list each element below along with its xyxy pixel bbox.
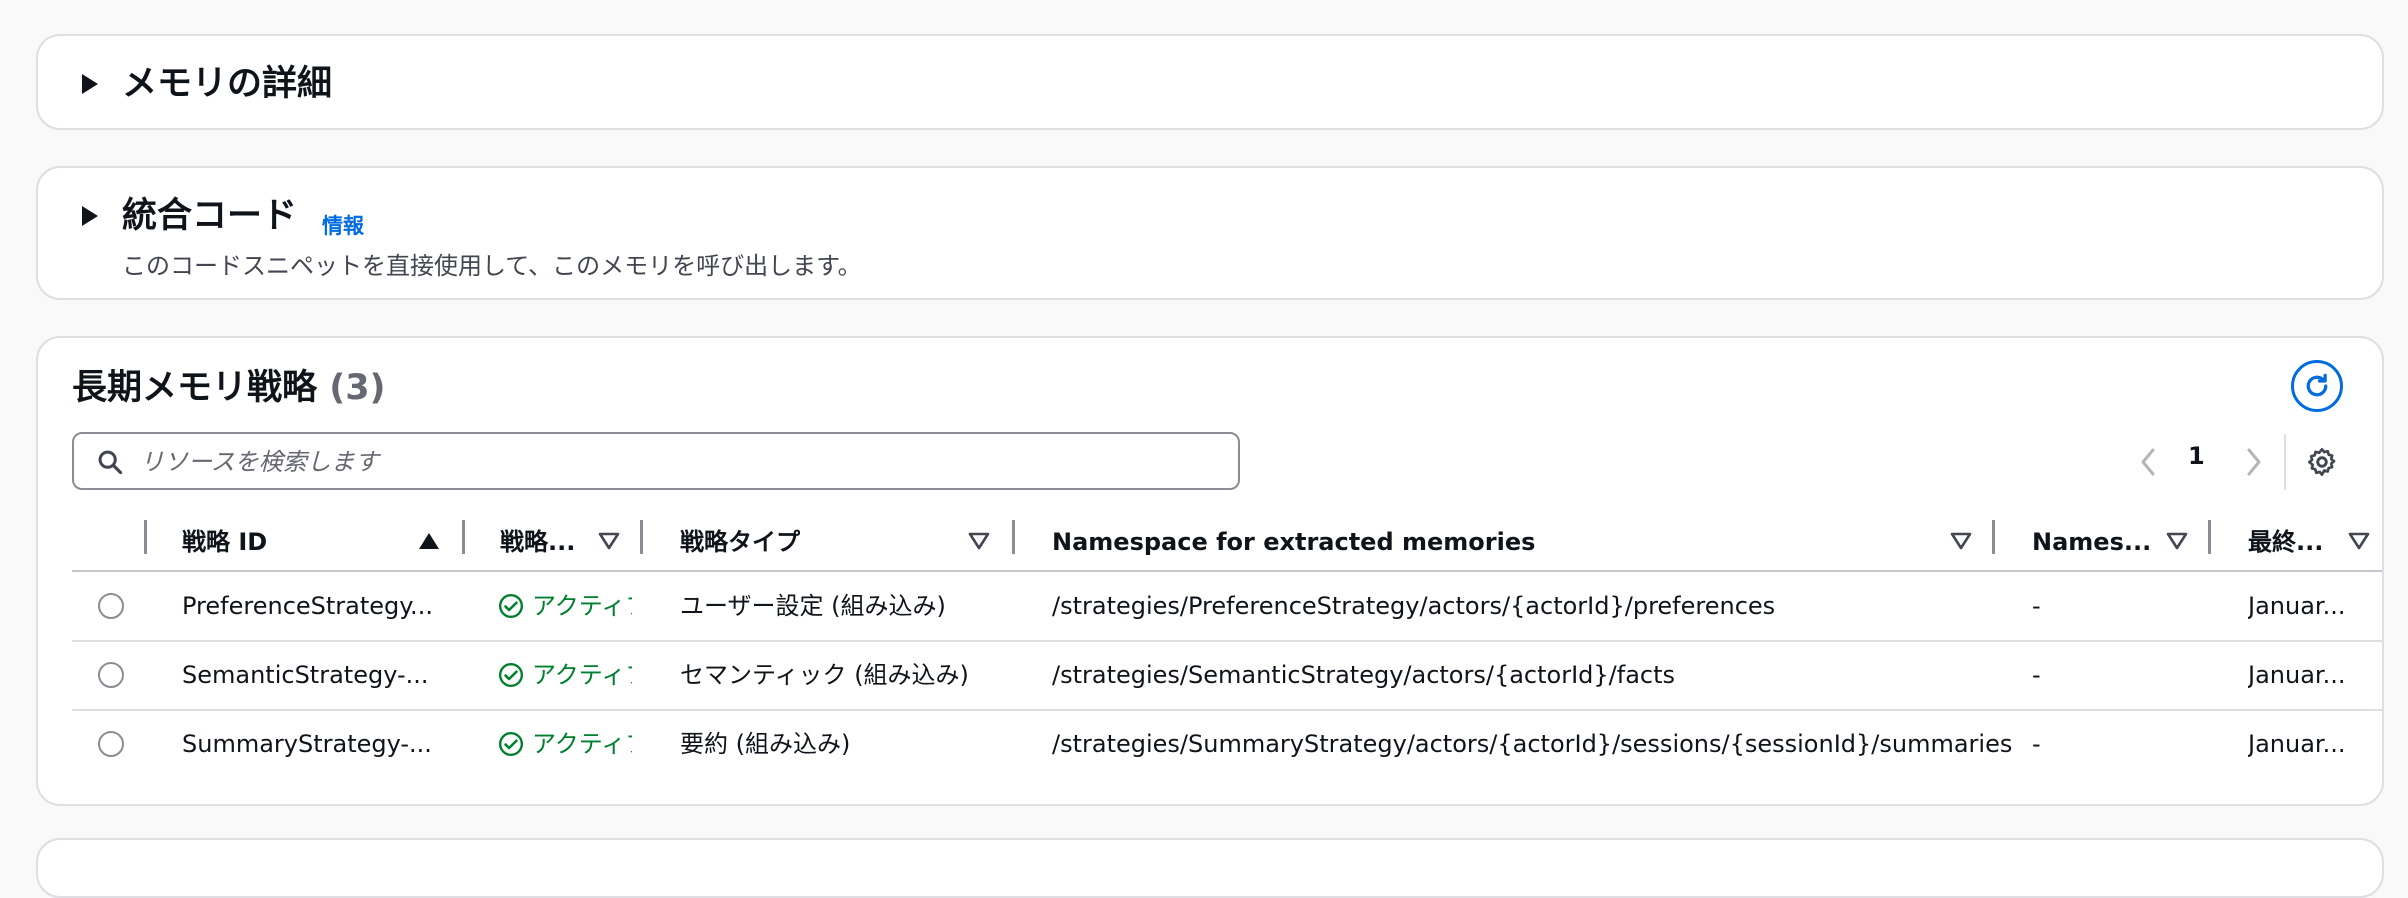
names-cell: -	[2032, 592, 2041, 620]
strategy-type-cell: ユーザー設定 (組み込み)	[680, 592, 946, 620]
gear-icon[interactable]	[2306, 446, 2338, 478]
names-cell: -	[2032, 730, 2041, 758]
column-header-strategy-type[interactable]: 戦略タイプ	[680, 522, 980, 562]
row-select-radio[interactable]	[98, 731, 124, 757]
strategies-count: (3)	[329, 368, 386, 408]
refresh-icon	[2306, 373, 2328, 397]
table-row[interactable]: PreferenceStrategy... アクティブ ユーザー設定 (組み込み…	[38, 572, 2382, 640]
column-header-status[interactable]: 戦略...	[500, 522, 600, 562]
next-panel	[36, 838, 2384, 898]
refresh-button[interactable]	[2291, 360, 2343, 412]
namespace-cell: /strategies/SemanticStrategy/actors/{act…	[1052, 661, 1676, 689]
column-header-names[interactable]: Names...	[2032, 522, 2156, 562]
column-header-namespace[interactable]: Namespace for extracted memories	[1052, 522, 1952, 562]
status-text: アクティブ	[532, 661, 632, 689]
strategies-heading: 長期メモリ戦略 (3)	[72, 368, 386, 408]
sort-descending-icon[interactable]	[2166, 532, 2188, 550]
integration-code-description: このコードスニペットを直接使用して、このメモリを呼び出します。	[122, 252, 862, 280]
search-input[interactable]	[138, 440, 1222, 484]
success-check-icon	[498, 593, 524, 619]
column-header-strategy-id[interactable]: 戦略 ID	[182, 522, 382, 562]
search-icon	[98, 450, 123, 475]
sort-descending-icon[interactable]	[1950, 532, 1972, 550]
pager-divider	[2284, 434, 2286, 490]
table-row[interactable]: SemanticStrategy-... アクティブ セマンティック (組み込み…	[38, 641, 2382, 709]
info-link[interactable]: 情報	[322, 210, 364, 240]
expand-caret-icon[interactable]	[82, 206, 98, 226]
memory-details-header[interactable]: メモリの詳細	[38, 36, 2382, 128]
column-divider	[144, 520, 147, 554]
memory-details-title: メモリの詳細	[122, 64, 333, 104]
current-page-number[interactable]: 1	[2188, 442, 2205, 470]
integration-code-panel: 統合コード 情報 このコードスニペットを直接使用して、このメモリを呼び出します。	[36, 166, 2384, 300]
strategy-type-cell: セマンティック (組み込み)	[680, 661, 969, 689]
search-field[interactable]	[72, 432, 1240, 490]
namespace-cell: /strategies/SummaryStrategy/actors/{acto…	[1052, 730, 2012, 758]
strategies-panel: 長期メモリ戦略 (3) 1 戦略 ID 戦略...	[36, 336, 2384, 806]
column-divider	[1012, 520, 1015, 554]
sort-descending-icon[interactable]	[598, 532, 620, 550]
column-header-last-updated[interactable]: 最終...	[2248, 522, 2338, 562]
status-text: アクティブ	[532, 730, 632, 758]
last-updated-cell: Januar...	[2248, 730, 2346, 758]
column-divider	[462, 520, 465, 554]
strategies-title: 長期メモリ戦略	[72, 368, 318, 408]
sort-ascending-icon[interactable]	[418, 532, 440, 550]
row-select-radio[interactable]	[98, 593, 124, 619]
chevron-left-icon[interactable]	[2138, 446, 2158, 478]
chevron-right-icon[interactable]	[2244, 446, 2264, 478]
status-text: アクティブ	[532, 592, 632, 620]
strategy-type-cell: 要約 (組み込み)	[680, 730, 851, 758]
last-updated-cell: Januar...	[2248, 592, 2346, 620]
integration-code-title: 統合コード	[122, 196, 298, 236]
column-divider	[1992, 520, 1995, 554]
strategy-id-cell: SemanticStrategy-...	[182, 661, 429, 689]
expand-caret-icon[interactable]	[82, 74, 98, 94]
sort-descending-icon[interactable]	[968, 532, 990, 550]
row-select-radio[interactable]	[98, 662, 124, 688]
column-divider	[640, 520, 643, 554]
success-check-icon	[498, 662, 524, 688]
sort-descending-icon[interactable]	[2348, 532, 2370, 550]
names-cell: -	[2032, 661, 2041, 689]
strategy-id-cell: SummaryStrategy-...	[182, 730, 432, 758]
column-divider	[2208, 520, 2211, 554]
table-row[interactable]: SummaryStrategy-... アクティブ 要約 (組み込み) /str…	[38, 710, 2382, 778]
success-check-icon	[498, 731, 524, 757]
memory-details-panel: メモリの詳細	[36, 34, 2384, 130]
namespace-cell: /strategies/PreferenceStrategy/actors/{a…	[1052, 592, 1776, 620]
last-updated-cell: Januar...	[2248, 661, 2346, 689]
strategy-id-cell: PreferenceStrategy...	[182, 592, 433, 620]
